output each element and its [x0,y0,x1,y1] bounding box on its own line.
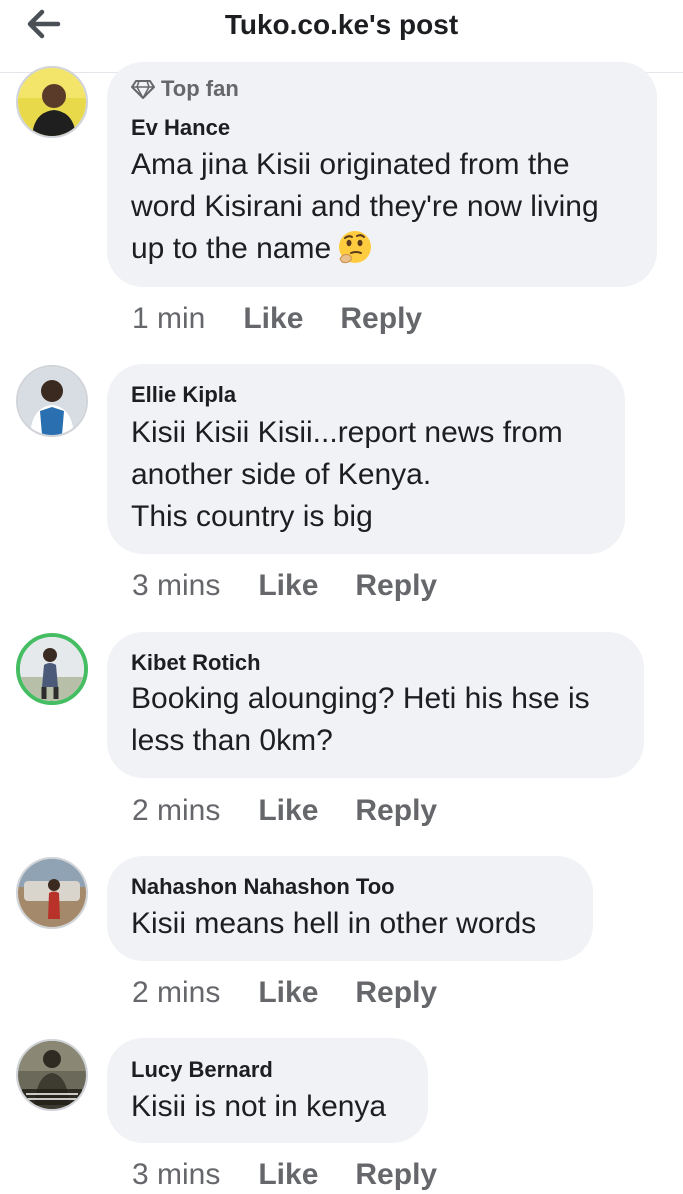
comment-time: 3 mins [132,569,221,602]
reply-button[interactable]: Reply [340,302,422,336]
like-button[interactable]: Like [258,794,318,828]
comment-actions: 2 mins Like Reply [132,794,437,828]
reply-button[interactable]: Reply [355,569,437,603]
comment-author[interactable]: Ellie Kipla [131,382,236,408]
page-title: Tuko.co.ke's post [224,9,459,40]
comment-text-line-wrap: up to the name [131,228,599,277]
top-fan-badge: Top fan [131,76,239,102]
comment-text: Kisii Kisii Kisii...report news from ano… [131,412,563,538]
comment-text-line: Ama jina Kisii originated from the [131,148,570,181]
comment-bubble[interactable]: Ellie Kipla Kisii Kisii Kisii...report n… [107,364,625,554]
avatar[interactable] [16,857,88,929]
comment-text-line: Kisii is not in kenya [131,1090,387,1123]
comment-bubble[interactable]: Lucy Bernard Kisii is not in kenya [107,1038,428,1143]
top-fan-label: Top fan [161,76,239,101]
comment-text: Ama jina Kisii originated from the word … [131,144,599,277]
comment-time: 2 mins [132,794,221,827]
avatar[interactable] [16,66,88,138]
diamond-icon [131,80,155,99]
reply-button[interactable]: Reply [355,794,437,828]
comment-author[interactable]: Lucy Bernard [131,1057,273,1083]
comment-text-line: Booking alounging? Heti his hse is [131,682,590,715]
reply-button[interactable]: Reply [355,976,437,1010]
comment-author[interactable]: Kibet Rotich [131,650,261,676]
like-button[interactable]: Like [258,1158,318,1192]
comment-time: 2 mins [132,976,221,1009]
avatar[interactable] [16,633,88,705]
reply-button[interactable]: Reply [355,1158,437,1192]
comment-actions: 2 mins Like Reply [132,976,437,1010]
comment-actions: 3 mins Like Reply [132,569,437,603]
comment-text-line: less than 0km? [131,724,333,757]
comment-actions: 3 mins Like Reply [132,1158,437,1192]
comment-text-line: This country is big [131,500,373,533]
comment-bubble[interactable]: Top fan Ev Hance Ama jina Kisii originat… [107,62,657,287]
comment-time: 1 min [132,302,206,335]
comment-text: Kisii means hell in other words [131,903,536,945]
avatar[interactable] [16,1039,88,1111]
comment-author[interactable]: Nahashon Nahashon Too [131,874,395,900]
comment-text-line: Kisii means hell in other words [131,907,537,940]
like-button[interactable]: Like [258,569,318,603]
avatar[interactable] [16,365,88,437]
comment-time: 3 mins [132,1158,221,1191]
like-button[interactable]: Like [243,302,303,336]
comment-text: Booking alounging? Heti his hse is less … [131,678,590,762]
comment-bubble[interactable]: Kibet Rotich Booking alounging? Heti his… [107,632,644,778]
thinking-face-icon [337,229,373,277]
comment-text-line: up to the name [131,232,332,265]
comment-author[interactable]: Ev Hance [131,115,230,141]
comment-text-line: Kisii Kisii Kisii...report news from [131,416,563,449]
comment-text-line: another side of Kenya. [131,458,432,491]
comment-actions: 1 min Like Reply [132,302,422,336]
comment-text-line: word Kisirani and they're now living [131,190,599,223]
comment-text: Kisii is not in kenya [131,1086,386,1128]
like-button[interactable]: Like [258,976,318,1010]
comment-bubble[interactable]: Nahashon Nahashon Too Kisii means hell i… [107,856,593,961]
